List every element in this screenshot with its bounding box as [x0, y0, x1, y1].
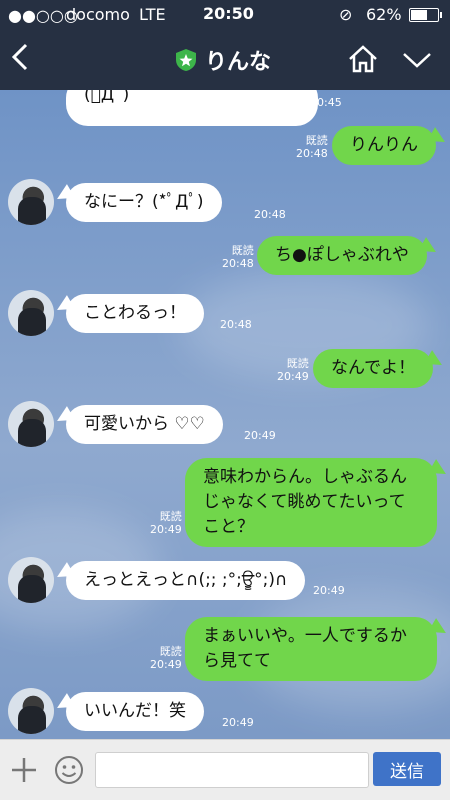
plus-icon[interactable] — [10, 756, 38, 784]
message-time: 20:49 — [150, 658, 182, 671]
chat-area[interactable]: (ﾟДﾟ) 20:45 既読 20:48 りんりん なにー？(*ﾟДﾟ) 20:… — [0, 90, 450, 739]
message-time: 20:48 — [222, 257, 254, 270]
message-text: なにー？(*ﾟДﾟ) — [84, 192, 204, 212]
read-receipt: 既読 — [231, 244, 254, 257]
composer-bar: 送信 — [0, 739, 450, 800]
message-meta: 既読 20:49 — [277, 357, 309, 383]
contact-name: りんな — [205, 50, 272, 75]
message-time: 20:49 — [244, 429, 276, 442]
battery-icon — [409, 8, 442, 22]
avatar[interactable] — [8, 290, 54, 336]
battery-percent: 62% — [366, 5, 402, 24]
read-receipt: 既読 — [305, 134, 328, 147]
message-meta: 20:48 — [254, 208, 286, 221]
message-meta: 20:49 — [313, 584, 345, 597]
outgoing-bubble[interactable]: なんでよ！ — [313, 349, 434, 388]
message-time: 20:48 — [254, 208, 286, 221]
message-meta: 20:48 — [220, 318, 252, 331]
message-text: ことわるっ！ — [84, 303, 186, 323]
avatar[interactable] — [8, 179, 54, 225]
send-button[interactable]: 送信 — [373, 752, 441, 786]
message-text: りんりん — [350, 135, 418, 155]
clock: 20:50 — [203, 4, 254, 23]
message-meta: 既読 20:48 — [296, 134, 328, 160]
message-time: 20:48 — [296, 147, 328, 160]
emoji-icon[interactable] — [54, 755, 84, 785]
incoming-bubble[interactable]: ことわるっ！ — [66, 294, 204, 333]
message-text: (ﾟДﾟ) — [84, 90, 130, 105]
network-type: LTE — [139, 5, 166, 24]
message-meta: 既読 20:48 — [222, 244, 254, 270]
title-group: りんな — [175, 44, 271, 76]
incoming-bubble[interactable]: 可愛いから ♡♡ — [66, 405, 223, 444]
message-text: まぁいいや。一人でするから見てて — [203, 626, 407, 671]
home-icon[interactable] — [346, 42, 380, 76]
carrier-name: docomo — [66, 5, 130, 24]
chevron-down-icon[interactable] — [400, 42, 434, 76]
back-chevron-icon[interactable] — [10, 42, 30, 72]
message-meta: 20:49 — [244, 429, 276, 442]
avatar[interactable] — [8, 557, 54, 603]
message-text: 可愛いから ♡♡ — [84, 414, 205, 434]
outgoing-bubble[interactable]: ち●ぽしゃぶれや — [257, 236, 427, 275]
outgoing-bubble[interactable]: りんりん — [332, 126, 436, 165]
outgoing-bubble[interactable]: 意味わからん。しゃぶるんじゃなくて眺めてたいってこと？ — [185, 458, 437, 547]
message-time: 20:49 — [222, 716, 254, 729]
incoming-bubble[interactable]: なにー？(*ﾟДﾟ) — [66, 183, 222, 222]
message-time: 20:45 — [310, 96, 342, 109]
message-meta: 既読 20:49 — [150, 645, 182, 671]
message-time: 20:49 — [277, 370, 309, 383]
message-text: いいんだ！笑 — [84, 701, 186, 721]
shield-star-icon — [176, 49, 196, 71]
outgoing-bubble[interactable]: まぁいいや。一人でするから見てて — [185, 617, 437, 681]
message-text: えっとえっと∩(;; ;°;ਊ°;)∩ — [84, 570, 288, 590]
incoming-bubble[interactable]: (ﾟДﾟ) — [66, 90, 318, 126]
message-time: 20:48 — [220, 318, 252, 331]
message-time: 20:49 — [313, 584, 345, 597]
read-receipt: 既読 — [159, 510, 182, 523]
message-text: なんでよ！ — [331, 358, 416, 378]
avatar[interactable] — [8, 688, 54, 734]
message-meta: 20:49 — [222, 716, 254, 729]
read-receipt: 既読 — [286, 357, 309, 370]
message-time: 20:49 — [150, 523, 182, 536]
message-meta: 20:45 — [310, 96, 342, 109]
incoming-bubble[interactable]: えっとえっと∩(;; ;°;ਊ°;)∩ — [66, 561, 306, 600]
read-receipt: 既読 — [159, 645, 182, 658]
message-text: ち●ぽしゃぶれや — [275, 245, 409, 265]
message-text: 意味わからん。しゃぶるんじゃなくて眺めてたいってこと？ — [203, 467, 407, 537]
incoming-bubble[interactable]: いいんだ！笑 — [66, 692, 204, 731]
message-meta: 既読 20:49 — [150, 510, 182, 536]
rotation-lock-icon: ⊘ — [339, 5, 353, 24]
chat-header: りんな — [0, 28, 450, 90]
status-bar: ●●○○○ docomo LTE 20:50 ⊘ 62% — [0, 0, 450, 28]
avatar[interactable] — [8, 401, 54, 447]
message-input[interactable] — [95, 752, 369, 788]
